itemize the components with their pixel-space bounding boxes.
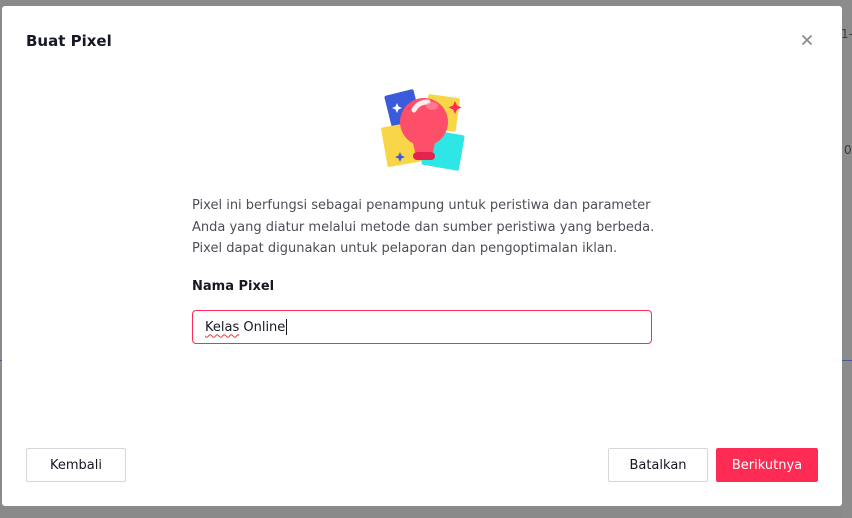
modal-title: Buat Pixel bbox=[26, 32, 112, 50]
cancel-button[interactable]: Batalkan bbox=[608, 448, 708, 482]
description-line: Pixel ini berfungsi sebagai penampung un… bbox=[192, 198, 651, 213]
modal-description: Pixel ini berfungsi sebagai penampung un… bbox=[192, 195, 662, 260]
create-pixel-modal: Buat Pixel Pixel ini berfungsi sebagai p… bbox=[2, 6, 842, 506]
close-button[interactable] bbox=[798, 31, 816, 49]
backdrop-text-fragment: 1- bbox=[841, 27, 852, 41]
description-line: Anda yang diatur melalui metode dan sumb… bbox=[192, 219, 655, 235]
back-button[interactable]: Kembali bbox=[26, 448, 126, 482]
pixel-name-input[interactable]: Kelas Online bbox=[192, 310, 652, 344]
pixel-illustration bbox=[380, 86, 468, 176]
next-button[interactable]: Berikutnya bbox=[716, 448, 818, 482]
pixel-name-value: Kelas Online bbox=[205, 320, 285, 335]
description-line: Pixel dapat digunakan untuk pelaporan da… bbox=[192, 241, 618, 256]
backdrop-text-fragment-2: 0 bbox=[844, 143, 852, 157]
misspelled-word: Kelas bbox=[205, 319, 240, 335]
input-word: Online bbox=[239, 319, 286, 335]
backdrop-panel bbox=[842, 0, 852, 518]
pixel-name-label: Nama Pixel bbox=[192, 279, 275, 294]
close-icon bbox=[802, 35, 812, 45]
text-caret bbox=[286, 319, 288, 335]
lightbulb-illustration-icon bbox=[381, 89, 465, 171]
